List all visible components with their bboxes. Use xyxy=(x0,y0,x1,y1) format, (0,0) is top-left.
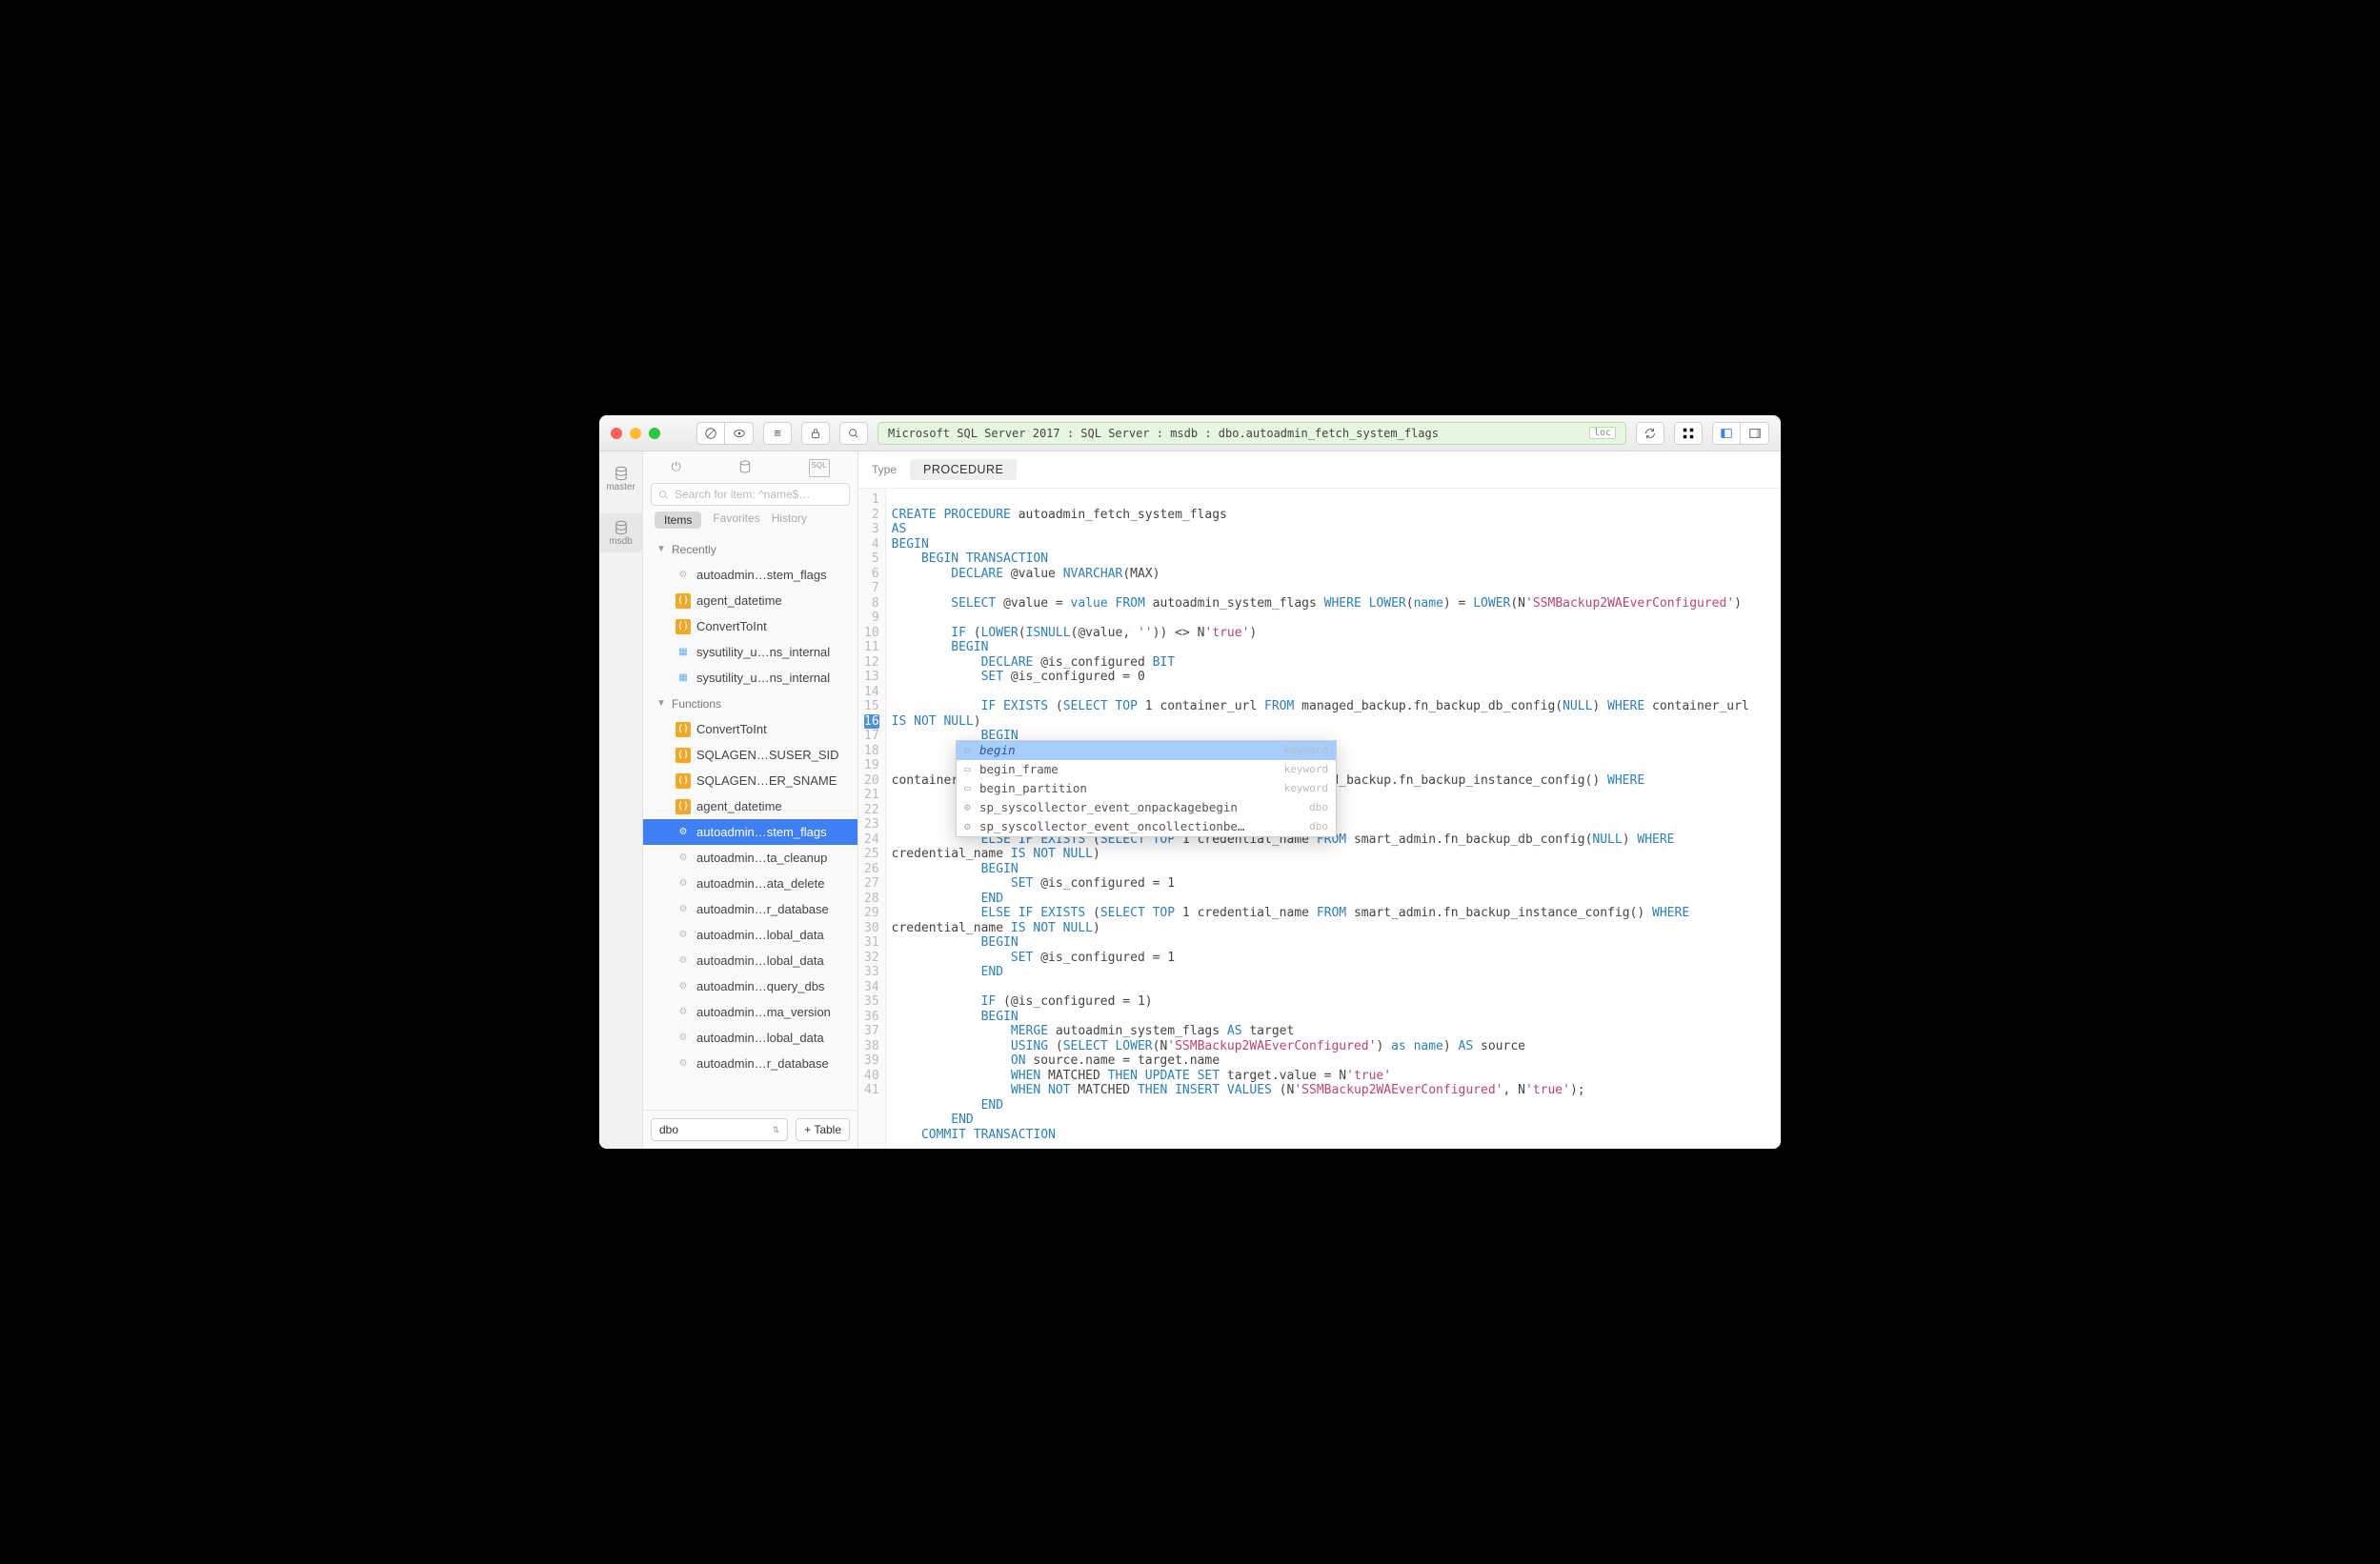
db-icon[interactable] xyxy=(737,459,753,477)
tree-item[interactable]: ⚙autoadmin…lobal_data xyxy=(643,1025,857,1051)
gear-icon: ⚙ xyxy=(676,568,691,583)
breadcrumb-text: Microsoft SQL Server 2017 : SQL Server :… xyxy=(888,427,1439,440)
autocomplete-item[interactable]: ⚙sp_syscollector_event_onpackagebegindbo xyxy=(957,798,1336,817)
tree-item[interactable]: ()ConvertToInt xyxy=(643,613,857,639)
breadcrumb[interactable]: Microsoft SQL Server 2017 : SQL Server :… xyxy=(877,422,1626,445)
database-rail: master msdb xyxy=(599,451,643,1149)
schema-select[interactable]: dbo⇅ xyxy=(651,1118,788,1141)
function-icon: () xyxy=(676,799,691,814)
tree-item[interactable]: ⚙autoadmin…lobal_data xyxy=(643,922,857,948)
gear-icon: ⚙ xyxy=(964,800,979,815)
tree-item[interactable]: ⚙autoadmin…stem_flags xyxy=(643,562,857,588)
location-badge: loc xyxy=(1589,427,1616,439)
sidebar-tree: ▼Recently ⚙autoadmin…stem_flags ()agent_… xyxy=(643,536,857,1110)
tab-items[interactable]: Items xyxy=(655,511,701,529)
zoom-window-button[interactable] xyxy=(649,428,660,439)
type-value: PROCEDURE xyxy=(910,459,1017,480)
tree-item[interactable]: ⚙autoadmin…ta_cleanup xyxy=(643,845,857,871)
tree-item[interactable]: ()agent_datetime xyxy=(643,588,857,613)
autocomplete-item[interactable]: ▭begin_framekeyword xyxy=(957,760,1336,779)
search-placeholder: Search for item: ^name$… xyxy=(675,488,810,501)
tab-favorites[interactable]: Favorites xyxy=(713,511,759,529)
type-label: Type xyxy=(872,463,897,476)
plug-icon[interactable]: ⏻ xyxy=(671,459,680,477)
editor-pane: Type PROCEDURE 1234567891011121314151617… xyxy=(858,451,1781,1149)
database-icon xyxy=(613,519,630,536)
gear-icon: ⚙ xyxy=(676,902,691,917)
gear-icon: ⚙ xyxy=(964,819,979,834)
rail-label: msdb xyxy=(609,536,632,547)
gear-icon: ⚙ xyxy=(676,979,691,994)
history-button[interactable]: ≡ xyxy=(763,422,792,445)
tree-item[interactable]: ⚙autoadmin…ma_version xyxy=(643,999,857,1025)
sidebar: ⏻ SQL Search for item: ^name$… Items Fav… xyxy=(643,451,858,1149)
gear-icon: ⚙ xyxy=(676,1031,691,1046)
tree-item[interactable]: ⚙autoadmin…ata_delete xyxy=(643,871,857,896)
grid-button[interactable] xyxy=(1674,422,1703,445)
tree-item[interactable]: ⚙autoadmin…r_database xyxy=(643,896,857,922)
autocomplete-popup: ▭beginkeyword ▭begin_framekeyword ▭begin… xyxy=(956,740,1337,837)
function-icon: () xyxy=(676,773,691,789)
section-functions[interactable]: ▼Functions xyxy=(643,691,857,716)
titlebar: ≡ Microsoft SQL Server 2017 : SQL Server… xyxy=(599,415,1781,451)
rail-db-msdb[interactable]: msdb xyxy=(599,513,642,552)
tree-item[interactable]: ()SQLAGEN…ER_SNAME xyxy=(643,768,857,793)
gear-icon: ⚙ xyxy=(676,851,691,866)
minimize-window-button[interactable] xyxy=(630,428,641,439)
function-icon: () xyxy=(676,748,691,763)
gear-icon: ⚙ xyxy=(676,953,691,969)
line-gutter: 1234567891011121314151617181920212223242… xyxy=(858,489,886,1149)
gear-icon: ⚙ xyxy=(676,1056,691,1072)
rail-db-master[interactable]: master xyxy=(599,459,642,498)
stop-button[interactable] xyxy=(696,422,725,445)
function-icon: () xyxy=(676,593,691,609)
tree-item-selected[interactable]: ⚙autoadmin…stem_flags xyxy=(643,819,857,845)
refresh-button[interactable] xyxy=(1636,422,1664,445)
sidebar-tabs: Items Favorites History xyxy=(643,511,857,536)
keyword-icon: ▭ xyxy=(964,781,979,796)
tab-history[interactable]: History xyxy=(772,511,807,529)
gear-icon: ⚙ xyxy=(676,1005,691,1020)
tree-item[interactable]: ()ConvertToInt xyxy=(643,716,857,742)
search-input[interactable]: Search for item: ^name$… xyxy=(651,483,850,506)
search-toolbar-button[interactable] xyxy=(839,422,868,445)
sidebar-mode-icons: ⏻ SQL xyxy=(643,451,857,483)
window-controls xyxy=(611,428,660,439)
lock-button[interactable] xyxy=(801,422,830,445)
add-table-button[interactable]: + Table xyxy=(796,1118,850,1141)
app-window: ≡ Microsoft SQL Server 2017 : SQL Server… xyxy=(599,415,1781,1149)
section-recently[interactable]: ▼Recently xyxy=(643,536,857,562)
chevron-updown-icon: ⇅ xyxy=(773,1125,780,1135)
panel-right-button[interactable] xyxy=(1741,422,1769,445)
keyword-icon: ▭ xyxy=(964,743,979,758)
keyword-icon: ▭ xyxy=(964,762,979,777)
gear-icon: ⚙ xyxy=(676,876,691,892)
gear-icon: ⚙ xyxy=(676,928,691,943)
tree-item[interactable]: ()agent_datetime xyxy=(643,793,857,819)
table-icon: ▦ xyxy=(676,671,691,686)
gear-icon: ⚙ xyxy=(676,825,691,840)
tree-item[interactable]: ()SQLAGEN…SUSER_SID xyxy=(643,742,857,768)
table-icon: ▦ xyxy=(676,645,691,660)
code-editor[interactable]: 1234567891011121314151617181920212223242… xyxy=(858,489,1781,1149)
close-window-button[interactable] xyxy=(611,428,622,439)
autocomplete-item[interactable]: ▭beginkeyword xyxy=(957,741,1336,760)
panel-left-button[interactable] xyxy=(1712,422,1741,445)
database-icon xyxy=(613,465,630,482)
tree-item[interactable]: ▦sysutility_u…ns_internal xyxy=(643,639,857,665)
tree-item[interactable]: ⚙autoadmin…r_database xyxy=(643,1051,857,1076)
function-icon: () xyxy=(676,619,691,634)
search-icon xyxy=(657,489,670,501)
tree-item[interactable]: ▦sysutility_u…ns_internal xyxy=(643,665,857,691)
tree-item[interactable]: ⚙autoadmin…lobal_data xyxy=(643,948,857,973)
sql-icon[interactable]: SQL xyxy=(809,459,830,477)
autocomplete-item[interactable]: ▭begin_partitionkeyword xyxy=(957,779,1336,798)
function-icon: () xyxy=(676,722,691,737)
sidebar-bottom: dbo⇅ + Table xyxy=(643,1110,857,1149)
rail-label: master xyxy=(606,482,635,492)
autocomplete-item[interactable]: ⚙sp_syscollector_event_oncollectionbe…db… xyxy=(957,817,1336,836)
tree-item[interactable]: ⚙autoadmin…query_dbs xyxy=(643,973,857,999)
view-button[interactable] xyxy=(725,422,754,445)
type-header: Type PROCEDURE xyxy=(858,451,1781,489)
